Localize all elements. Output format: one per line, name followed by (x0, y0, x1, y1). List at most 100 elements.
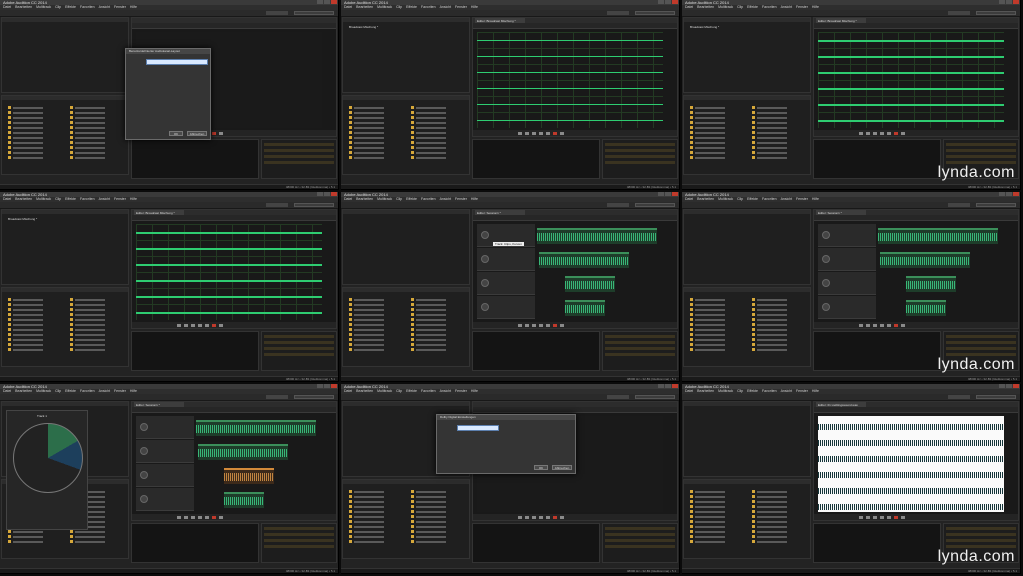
record-button[interactable] (212, 131, 216, 135)
close-button[interactable] (672, 0, 678, 4)
folder-tree-item[interactable] (411, 313, 462, 316)
maximize-button[interactable] (1006, 384, 1012, 388)
pause-button[interactable] (191, 323, 195, 327)
folder-tree-item[interactable] (70, 530, 121, 533)
track-header[interactable] (477, 248, 535, 271)
folder-tree-item[interactable] (752, 535, 803, 538)
folder-tree-item[interactable] (349, 520, 400, 523)
loop-button[interactable] (901, 515, 905, 519)
folder-tree-item[interactable] (411, 303, 462, 306)
forward-button[interactable] (205, 323, 209, 327)
timeline-ruler[interactable] (814, 407, 1018, 413)
folder-tree-item[interactable] (690, 141, 741, 144)
folder-tree-item[interactable] (690, 308, 741, 311)
folder-tree-item[interactable] (411, 156, 462, 159)
folder-tree-item[interactable] (8, 146, 59, 149)
folder-tree-item[interactable] (411, 525, 462, 528)
folder-tree-item[interactable] (690, 323, 741, 326)
folder-tree-item[interactable] (8, 116, 59, 119)
folder-tree-item[interactable] (690, 520, 741, 523)
loop-button[interactable] (560, 131, 564, 135)
close-button[interactable] (1013, 384, 1019, 388)
files-panel-tab[interactable] (343, 210, 469, 214)
media-browser-tab[interactable] (343, 96, 469, 100)
files-panel-tab[interactable] (343, 18, 469, 22)
forward-button[interactable] (887, 515, 891, 519)
rewind-button[interactable] (198, 323, 202, 327)
forward-button[interactable] (546, 515, 550, 519)
record-button[interactable] (212, 515, 216, 519)
maximize-button[interactable] (1006, 0, 1012, 4)
folder-tree-item[interactable] (411, 530, 462, 533)
volume-knob[interactable] (140, 495, 148, 503)
folder-tree-item[interactable] (70, 121, 121, 124)
folder-tree-item[interactable] (349, 318, 400, 321)
record-button[interactable] (894, 515, 898, 519)
ok-button[interactable]: OK (534, 465, 548, 470)
track-header[interactable] (818, 296, 876, 319)
folder-tree-item[interactable] (690, 156, 741, 159)
minimize-button[interactable] (658, 192, 664, 196)
folder-tree-item[interactable] (70, 323, 121, 326)
dialog-name-input[interactable] (146, 59, 208, 65)
folder-tree-item[interactable] (349, 505, 400, 508)
folder-tree-item[interactable] (8, 338, 59, 341)
folder-tree-item[interactable] (70, 116, 121, 119)
rewind-button[interactable] (880, 131, 884, 135)
record-button[interactable] (553, 323, 557, 327)
folder-tree-item[interactable] (690, 131, 741, 134)
folder-tree-item[interactable] (411, 146, 462, 149)
minimize-button[interactable] (658, 0, 664, 4)
volume-knob[interactable] (822, 279, 830, 287)
search-help-input[interactable] (294, 203, 334, 207)
folder-tree-item[interactable] (752, 520, 803, 523)
folder-tree-item[interactable] (752, 116, 803, 119)
folder-tree-item[interactable] (752, 303, 803, 306)
folder-tree-item[interactable] (752, 106, 803, 109)
folder-tree-item[interactable] (349, 323, 400, 326)
minimize-button[interactable] (317, 384, 323, 388)
folder-tree-item[interactable] (690, 126, 741, 129)
folder-tree-item[interactable] (411, 343, 462, 346)
forward-button[interactable] (546, 131, 550, 135)
pause-button[interactable] (191, 515, 195, 519)
folder-tree-item[interactable] (752, 156, 803, 159)
folder-tree-item[interactable] (411, 298, 462, 301)
file-item[interactable]: Broadcast Mischung * (8, 217, 37, 221)
folder-tree-item[interactable] (690, 515, 741, 518)
files-panel-tab[interactable] (2, 18, 128, 22)
folder-tree-item[interactable] (8, 106, 59, 109)
folder-tree-item[interactable] (752, 490, 803, 493)
folder-tree-item[interactable] (349, 141, 400, 144)
files-panel-tab[interactable] (684, 18, 810, 22)
timeline-ruler[interactable] (814, 215, 1018, 221)
rewind-button[interactable] (539, 323, 543, 327)
folder-tree-item[interactable] (690, 121, 741, 124)
close-button[interactable] (331, 192, 337, 196)
play-button[interactable] (184, 323, 188, 327)
folder-tree-item[interactable] (349, 525, 400, 528)
folder-tree-item[interactable] (349, 303, 400, 306)
folder-tree-item[interactable] (411, 121, 462, 124)
folder-tree-item[interactable] (752, 540, 803, 543)
folder-tree-item[interactable] (752, 515, 803, 518)
folder-tree-item[interactable] (752, 151, 803, 154)
folder-tree-item[interactable] (411, 126, 462, 129)
folder-tree-item[interactable] (8, 313, 59, 316)
folder-tree-item[interactable] (752, 126, 803, 129)
record-button[interactable] (894, 131, 898, 135)
audio-clip[interactable] (906, 300, 946, 316)
folder-tree-item[interactable] (8, 141, 59, 144)
minimize-button[interactable] (999, 0, 1005, 4)
loop-button[interactable] (901, 131, 905, 135)
folder-tree-item[interactable] (70, 333, 121, 336)
loop-button[interactable] (219, 323, 223, 327)
forward-button[interactable] (887, 323, 891, 327)
folder-tree-item[interactable] (690, 540, 741, 543)
waveform-area[interactable] (477, 32, 663, 128)
close-button[interactable] (1013, 192, 1019, 196)
stop-button[interactable] (177, 515, 181, 519)
folder-tree-item[interactable] (411, 535, 462, 538)
folder-tree-item[interactable] (690, 318, 741, 321)
play-button[interactable] (866, 131, 870, 135)
